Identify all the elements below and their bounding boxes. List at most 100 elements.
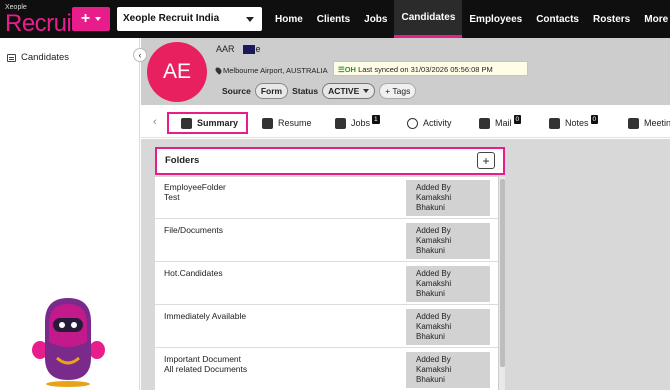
mascot-icon xyxy=(32,298,105,387)
folder-name: Important Document All related Documents xyxy=(164,354,248,374)
organization-select-value: Xeople Recruit India xyxy=(123,13,220,24)
added-by-info: Added By Kamakshi Bhakuni xyxy=(406,266,490,302)
folder-list: EmployeeFolder Test Added By Kamakshi Bhaku… xyxy=(155,177,498,390)
notes-icon xyxy=(549,117,560,129)
folders-header: Folders + xyxy=(155,147,505,175)
plus-icon: + xyxy=(385,86,391,96)
mail-count-badge: 0 xyxy=(513,114,522,124)
candidate-name: AAR e xyxy=(216,44,261,54)
sync-text: Last synced on 31/03/2026 05:56:08 PM xyxy=(358,65,493,74)
tab-activity[interactable]: Activity xyxy=(407,112,452,134)
sync-status: ☰OH Last synced on 31/03/2026 05:56:08 P… xyxy=(333,61,528,76)
nav-contacts-label: Contacts xyxy=(536,13,579,25)
nav-home-label: Home xyxy=(275,13,303,25)
tab-jobs-label: Jobs xyxy=(351,118,371,128)
source-badge[interactable]: Form xyxy=(254,83,289,99)
add-folder-button[interactable]: + xyxy=(477,152,495,169)
redaction-block xyxy=(242,44,255,54)
collapse-sidebar-button[interactable]: ‹ xyxy=(133,48,147,62)
tab-notes[interactable]: Notes 0 xyxy=(549,112,599,134)
list-item[interactable]: Important Document All related Documents … xyxy=(155,349,498,390)
meeting-icon xyxy=(628,117,639,129)
folder-name: Immediately Available xyxy=(164,311,247,321)
scrollbar-thumb[interactable] xyxy=(500,179,505,367)
folder-name: Hot.Candidates xyxy=(164,268,223,278)
nav-contacts[interactable]: Contacts xyxy=(529,0,586,38)
tab-resume[interactable]: Resume xyxy=(262,112,312,134)
chevron-left-icon: ‹ xyxy=(138,50,142,60)
added-by-info: Added By Kamakshi Bhakuni xyxy=(406,352,490,388)
jobs-count-badge: 1 xyxy=(372,114,380,124)
status-dropdown[interactable]: ACTIVE xyxy=(322,83,376,99)
tab-meeting-label: Meeting xyxy=(644,118,670,128)
briefcase-icon xyxy=(335,117,346,129)
top-navbar: Xeople Recruit + Xeople Recruit India Ho… xyxy=(0,0,670,38)
sidebar-item-candidates[interactable]: Candidates xyxy=(7,52,69,63)
folder-list-scrollbar[interactable] xyxy=(498,177,505,390)
main-nav: Home Clients Jobs Candidates Employees C… xyxy=(268,0,670,38)
folder-name: EmployeeFolder Test xyxy=(164,182,226,202)
tab-resume-label: Resume xyxy=(278,118,312,128)
folders-title: Folders xyxy=(165,155,200,166)
candidate-location: Melbourne Airport, AUSTRALIA xyxy=(214,66,328,75)
plus-icon: + xyxy=(80,10,91,27)
list-item[interactable]: EmployeeFolder Test Added By Kamakshi Bhaku… xyxy=(155,177,498,219)
chevron-down-icon xyxy=(95,17,102,21)
nav-more-label: More xyxy=(644,13,669,25)
organization-select[interactable]: Xeople Recruit India xyxy=(117,7,262,31)
list-item[interactable]: Hot.Candidates Added By Kamakshi Bhakuni xyxy=(155,263,498,305)
candidate-name-suffix: e xyxy=(255,44,261,54)
list-item[interactable]: File/Documents Added By Kamakshi Bhakuni xyxy=(155,220,498,262)
nav-rosters[interactable]: Rosters xyxy=(586,0,637,38)
brand-text: Recruit xyxy=(5,10,78,37)
tabs-scroll-left-icon[interactable]: ‹ xyxy=(153,116,157,128)
nav-clients-label: Clients xyxy=(316,13,351,25)
candidate-name-prefix: AAR xyxy=(216,44,235,54)
folder-name: File/Documents xyxy=(164,225,224,235)
nav-home[interactable]: Home xyxy=(268,0,310,38)
nav-jobs[interactable]: Jobs xyxy=(357,0,394,38)
tab-mail[interactable]: Mail 0 xyxy=(479,112,522,134)
tab-activity-label: Activity xyxy=(423,118,452,128)
nav-clients[interactable]: Clients xyxy=(310,0,357,38)
mail-icon xyxy=(479,117,490,129)
list-item[interactable]: Immediately Available Added By Kamakshi Bh… xyxy=(155,306,498,348)
added-by-info: Added By Kamakshi Bhakuni xyxy=(406,180,490,216)
location-pin-icon xyxy=(214,66,223,75)
tab-summary[interactable]: Summary xyxy=(167,112,249,134)
add-tags-button[interactable]: + Tags xyxy=(379,83,417,99)
status-label: Status xyxy=(292,86,319,96)
summary-icon xyxy=(181,117,192,129)
quick-add-button[interactable]: + xyxy=(72,7,110,31)
nav-rosters-label: Rosters xyxy=(593,13,631,25)
list-icon xyxy=(7,53,16,62)
chevron-down-icon xyxy=(363,89,370,93)
tab-meeting[interactable]: Meeting xyxy=(628,112,670,134)
candidate-tabs: ‹ Summary Resume Jobs 1 Activity Mail 0 … xyxy=(141,108,670,138)
nav-candidates[interactable]: Candidates xyxy=(394,0,463,38)
tab-notes-label: Notes xyxy=(565,118,589,128)
added-by-info: Added By Kamakshi Bhakuni xyxy=(406,223,490,259)
nav-jobs-label: Jobs xyxy=(364,13,388,25)
tags-label: Tags xyxy=(392,86,411,96)
notes-count-badge: 0 xyxy=(590,114,599,124)
tab-jobs[interactable]: Jobs 1 xyxy=(335,112,380,134)
nav-employees-label: Employees xyxy=(469,13,523,25)
candidate-location-text: Melbourne Airport, AUSTRALIA xyxy=(223,66,328,75)
chevron-down-icon xyxy=(246,17,254,22)
nav-candidates-label: Candidates xyxy=(401,12,456,23)
avatar: AE xyxy=(147,42,207,102)
status-value: ACTIVE xyxy=(328,86,360,96)
sidebar-item-label: Candidates xyxy=(21,52,70,63)
tab-mail-label: Mail xyxy=(495,118,512,128)
avatar-initials: AE xyxy=(162,60,191,83)
source-label: Source xyxy=(222,86,251,96)
added-by-info: Added By Kamakshi Bhakuni xyxy=(406,309,490,345)
nav-employees[interactable]: Employees xyxy=(462,0,529,38)
candidate-controls: Source Form Status ACTIVE + Tags xyxy=(222,83,417,99)
nav-more[interactable]: More xyxy=(637,0,670,38)
tab-summary-label: Summary xyxy=(197,118,239,128)
plus-icon: + xyxy=(482,153,490,168)
history-icon xyxy=(407,117,418,129)
sync-tag: ☰OH xyxy=(338,65,356,74)
